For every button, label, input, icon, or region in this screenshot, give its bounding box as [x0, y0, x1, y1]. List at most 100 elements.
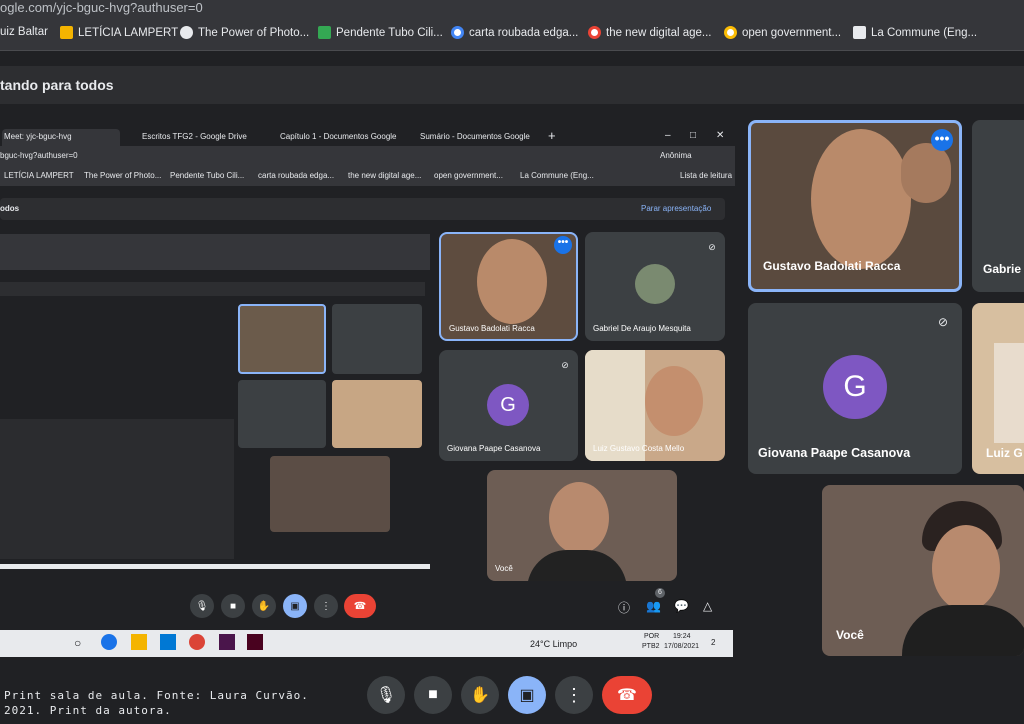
recursive-deeper-screen	[0, 419, 234, 559]
nested-leave-button[interactable]: ☎	[344, 594, 376, 618]
leave-call-button[interactable]: ☎	[602, 676, 652, 714]
bookmark-item[interactable]: carta roubada edga...	[258, 171, 334, 180]
chat-icon[interactable]: 💬	[674, 599, 689, 613]
mic-off-icon: ⊘	[708, 242, 716, 252]
address-bar[interactable]: ogle.com/yjc-bguc-hvg?authuser=0	[0, 0, 1024, 18]
tile-gustavo[interactable]: ••• Gustavo Badolati Racca	[748, 120, 962, 292]
nested-tile-giovana[interactable]: G ⊘ Giovana Paape Casanova	[439, 350, 578, 461]
bookmark-icon	[60, 26, 73, 39]
profile-chip[interactable]: Anônima	[660, 151, 692, 160]
nested-presenting-bar: odos Parar apresentação	[0, 198, 725, 220]
more-options-icon[interactable]: •••	[931, 129, 953, 151]
shared-screen: Meet: yjc-bguc-hvg Escritos TFG2 - Googl…	[0, 112, 735, 657]
notifications-badge[interactable]: 2	[711, 638, 715, 647]
avatar: G	[823, 355, 887, 419]
raise-hand-button[interactable]: ✋	[461, 676, 499, 714]
tile-luiz[interactable]: Luiz G	[972, 303, 1024, 474]
bookmark-item[interactable]: carta roubada edga...	[451, 26, 578, 39]
tab-drive[interactable]: Escritos TFG2 - Google Drive	[142, 132, 247, 141]
caption-line-1: Print sala de aula. Fonte: Laura Curvão.	[4, 689, 309, 702]
globe-icon	[180, 26, 193, 39]
bookmark-item[interactable]: LETÍCIA LAMPERT	[4, 171, 74, 180]
input-layout: PTB2	[642, 643, 660, 650]
recursive-presenting-bar	[0, 282, 425, 296]
maximize-icon[interactable]: □	[690, 130, 696, 141]
bookmark-item[interactable]: The Power of Photo...	[180, 26, 309, 39]
info-icon[interactable]: ⓘ	[618, 599, 630, 616]
new-tab-icon[interactable]: +	[548, 128, 556, 143]
mail-icon[interactable]	[160, 634, 176, 650]
nested-camera-button[interactable]: ■	[221, 594, 245, 618]
mic-button[interactable]: 🎙	[367, 676, 405, 714]
nested-address-bar[interactable]: bguc-hvg?authuser=0 Anônima	[0, 146, 735, 166]
bookmark-item[interactable]: the new digital age...	[348, 171, 421, 180]
bookmark-item[interactable]: La Commune (Eng...	[520, 171, 594, 180]
hand-shape	[901, 143, 951, 203]
recursive-chrome	[0, 234, 430, 270]
bookmark-item[interactable]: LETÍCIA LAMPERT	[60, 26, 178, 39]
mic-off-icon: ⊘	[937, 315, 949, 329]
activities-icon[interactable]: △	[703, 599, 712, 613]
nested-more-button[interactable]: ⋮	[314, 594, 338, 618]
weather: 24°C Limpo	[530, 639, 578, 649]
recursive-taskbar	[0, 564, 430, 569]
clock-time: 19:24	[673, 633, 691, 640]
tile-voce[interactable]: Você	[822, 485, 1024, 656]
url-text: ogle.com/yjc-bguc-hvg?authuser=0	[0, 0, 203, 15]
wall-shape	[994, 343, 1024, 443]
tab-meet[interactable]: Meet: yjc-bguc-hvg	[2, 129, 120, 146]
caption-line-2: 2021. Print da autora.	[4, 704, 172, 717]
face-shape	[811, 129, 911, 269]
premiere-icon[interactable]	[219, 634, 235, 650]
google-icon	[588, 26, 601, 39]
face-shape	[932, 525, 1000, 611]
chrome-icon[interactable]	[189, 634, 205, 650]
more-options-button[interactable]: ⋮	[555, 676, 593, 714]
nested-present-button[interactable]: ▣	[283, 594, 307, 618]
people-icon[interactable]: 👥	[646, 599, 661, 613]
nested-raise-hand-button[interactable]: ✋	[252, 594, 276, 618]
search-icon[interactable]: ○	[74, 636, 81, 650]
google-icon	[724, 26, 737, 39]
bookmark-icon	[853, 26, 866, 39]
recursive-screen	[0, 234, 430, 569]
more-options-icon[interactable]: •••	[554, 236, 572, 254]
presenting-banner: tando para todos	[0, 66, 1024, 104]
bookmark-item[interactable]: the new digital age...	[588, 26, 712, 39]
tile-gabriel[interactable]: Gabrie	[972, 120, 1024, 292]
bookmark-item[interactable]: Pendente Tubo Cili...	[170, 171, 244, 180]
edge-icon[interactable]	[101, 634, 117, 650]
mic-off-icon: ⊘	[561, 360, 569, 370]
folder-icon[interactable]	[131, 634, 147, 650]
camera-button[interactable]: ■	[414, 676, 452, 714]
tab-doc-chapter[interactable]: Capítulo 1 - Documentos Google	[280, 132, 397, 141]
present-button[interactable]: ▣	[508, 676, 546, 714]
nested-bookmarks-bar: LETÍCIA LAMPERT The Power of Photo... Pe…	[0, 166, 735, 186]
recursive-tile-gabriel	[332, 304, 422, 374]
shirt-shape	[902, 605, 1024, 656]
bookmark-item[interactable]: The Power of Photo...	[84, 171, 161, 180]
face-shape	[549, 482, 609, 554]
bookmark-item[interactable]: open government...	[724, 26, 841, 39]
face-shape	[645, 366, 703, 436]
close-icon[interactable]: ✕	[716, 130, 724, 141]
tab-doc-summary[interactable]: Sumário - Documentos Google	[420, 132, 530, 141]
stop-presenting-button[interactable]: Parar apresentação	[641, 204, 711, 213]
nested-tile-gabriel[interactable]: ⊘ Gabriel De Araujo Mesquita	[585, 232, 725, 341]
tab-strip: Meet: yjc-bguc-hvg Escritos TFG2 - Googl…	[0, 122, 735, 146]
nested-tile-gustavo[interactable]: ••• Gustavo Badolati Racca	[439, 232, 578, 341]
minimize-icon[interactable]: –	[665, 130, 671, 141]
bookmark-item[interactable]: La Commune (Eng...	[853, 26, 977, 39]
avatar: G	[487, 384, 529, 426]
bookmark-item[interactable]: uiz Baltar	[0, 26, 48, 38]
reading-list[interactable]: Lista de leitura	[680, 171, 732, 180]
nested-mic-button[interactable]: 🎙	[190, 594, 214, 618]
bookmark-item[interactable]: Pendente Tubo Cili...	[318, 26, 443, 39]
nested-tile-luiz[interactable]: Luiz Gustavo Costa Mello	[585, 350, 725, 461]
shirt-shape	[527, 550, 627, 581]
indesign-icon[interactable]	[247, 634, 263, 650]
bookmark-item[interactable]: open government...	[434, 171, 503, 180]
tile-giovana[interactable]: G ⊘ Giovana Paape Casanova	[748, 303, 962, 474]
nested-tile-voce[interactable]: Você	[487, 470, 677, 581]
bookmark-icon	[318, 26, 331, 39]
